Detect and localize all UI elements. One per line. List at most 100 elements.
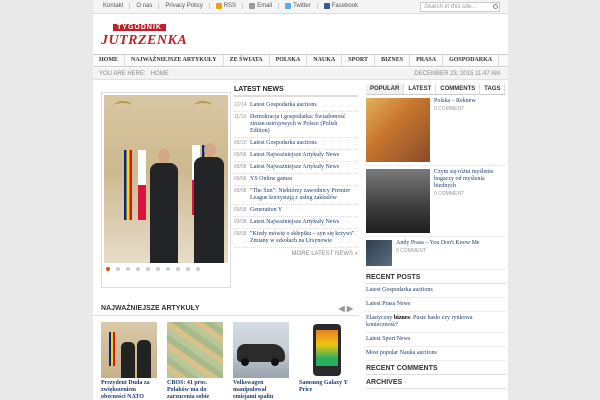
article-card[interactable]: CBOS: 41 proc. Polaków ma do zarzucenia … bbox=[167, 322, 223, 400]
popular-item[interactable]: Czym się różni myślenie bogaczy od myśle… bbox=[366, 166, 506, 237]
phone-screen bbox=[316, 330, 338, 366]
article-image[interactable] bbox=[167, 322, 223, 378]
top-link-kontakt[interactable]: Kontakt bbox=[97, 3, 131, 9]
slider-dot[interactable] bbox=[146, 267, 150, 271]
top-link-email[interactable]: Email bbox=[243, 3, 280, 9]
article-title[interactable]: Prezydent Duda za zwiększeniem obecności… bbox=[101, 380, 157, 400]
nav-item-nauka[interactable]: NAUKA bbox=[307, 55, 343, 66]
breadcrumb: YOU ARE HERE: HOME DECEMBER 23, 2015 11:… bbox=[93, 68, 508, 80]
nav-item-polska[interactable]: POLSKA bbox=[270, 55, 308, 66]
item-title[interactable]: Demokracja i gospodarka: Świadomość zmia… bbox=[250, 114, 358, 135]
list-item[interactable]: 11/19 Demokracja i gospodarka: Świadomość… bbox=[234, 112, 358, 138]
top-link-facebook[interactable]: Facebook bbox=[318, 3, 364, 9]
top-link-privacy[interactable]: Privacy Policy bbox=[159, 3, 210, 9]
article-card[interactable]: Prezydent Duda za zwiększeniem obecności… bbox=[101, 322, 157, 400]
person-head bbox=[204, 143, 216, 157]
featured-slider[interactable] bbox=[101, 92, 231, 288]
list-item[interactable]: 09/08 Latest Najważniejsze Artykuły News bbox=[234, 162, 358, 174]
slider-dot[interactable] bbox=[116, 267, 120, 271]
slider-dot[interactable] bbox=[136, 267, 140, 271]
nav-item-najwazniejsze[interactable]: NAJWAŻNIEJSZE ARTYKUŁY bbox=[125, 55, 224, 66]
nav-item-biznes[interactable]: BIZNES bbox=[375, 55, 411, 66]
person-shape bbox=[194, 157, 224, 263]
nav-item-prasa[interactable]: PRASA bbox=[410, 55, 444, 66]
slider-dot[interactable] bbox=[196, 267, 200, 271]
item-title[interactable]: YS Online games bbox=[250, 176, 292, 183]
item-title[interactable]: Latest Najważniejsze Artykuły News bbox=[250, 164, 339, 171]
popular-item[interactable]: Andy Prasa – You Don't Know Me 0 COMMENT bbox=[366, 237, 506, 270]
flag-shape bbox=[138, 150, 146, 220]
item-title[interactable]: Latest Gospodarka auctions bbox=[250, 140, 317, 147]
person-shape bbox=[150, 163, 178, 263]
search-input[interactable]: Search in this site... bbox=[420, 2, 500, 12]
list-item[interactable]: 09/08 YS Online games bbox=[234, 174, 358, 186]
slider-dot[interactable] bbox=[156, 267, 160, 271]
popular-title[interactable]: Andy Prasa – You Don't Know Me bbox=[396, 240, 480, 247]
popular-thumbnail[interactable] bbox=[366, 169, 430, 233]
recent-post-item[interactable]: Elastyczny biznes: Puste hasło czy rynko… bbox=[366, 312, 506, 333]
email-icon bbox=[249, 3, 256, 9]
prev-arrow-icon[interactable]: ◀ bbox=[338, 304, 344, 313]
list-item[interactable]: 09/08 "The Sun": Niektórzy zawodnicy Prem… bbox=[234, 186, 358, 205]
article-title[interactable]: Volkswagen manipulował emisjami spalin bbox=[233, 380, 289, 400]
article-image[interactable] bbox=[233, 322, 289, 378]
article-image[interactable] bbox=[101, 322, 157, 378]
top-link-rss[interactable]: RSS bbox=[210, 3, 244, 9]
item-title[interactable]: "Kiedy mówię o skłepiku – syn się krzywi… bbox=[250, 231, 358, 245]
tab-comments[interactable]: COMMENTS bbox=[436, 84, 481, 94]
article-title[interactable]: CBOS: 41 proc. Polaków ma do zarzucenia … bbox=[167, 380, 223, 400]
item-title[interactable]: Generation Y bbox=[250, 207, 282, 214]
search-icon[interactable] bbox=[493, 4, 498, 9]
more-latest-news-link[interactable]: MORE LATEST NEWS » bbox=[234, 251, 358, 257]
slide-image[interactable] bbox=[104, 95, 228, 263]
nav-item-sport[interactable]: SPORT bbox=[342, 55, 376, 66]
tab-tags[interactable]: TAGS bbox=[480, 84, 506, 94]
item-title[interactable]: Latest Najważniejsze Artykuły News bbox=[250, 219, 339, 226]
item-title[interactable]: "The Sun": Niektórzy zawodnicy Premier L… bbox=[250, 188, 358, 202]
list-item[interactable]: 09/08 Latest Najważniejsze Artykuły News bbox=[234, 217, 358, 229]
list-item[interactable]: 09/08 Generation Y bbox=[234, 205, 358, 217]
next-arrow-icon[interactable]: ▶ bbox=[347, 304, 353, 313]
flag-shape bbox=[109, 332, 115, 366]
recent-post-item[interactable]: Most popular Nauka auctions bbox=[366, 347, 506, 361]
recent-post-item[interactable]: Latest Gospodarka auctions bbox=[366, 284, 506, 298]
logo-big: JUTRZENKA bbox=[101, 33, 188, 48]
popular-title[interactable]: Czym się różni myślenie bogaczy od myśle… bbox=[434, 169, 506, 190]
nav-item-home[interactable]: HOME bbox=[93, 55, 125, 66]
twitter-icon bbox=[285, 3, 292, 9]
list-item[interactable]: 09/20 Latest Gospodarka auctions bbox=[234, 138, 358, 150]
recent-post-text: Latest Prasa News bbox=[366, 301, 411, 307]
breadcrumb-home[interactable]: HOME bbox=[151, 71, 169, 77]
article-image[interactable] bbox=[299, 322, 355, 378]
top-link-o-nas[interactable]: O nas bbox=[130, 3, 160, 9]
popular-title[interactable]: Polska – Reknew bbox=[434, 98, 476, 105]
site-logo[interactable]: TYGODNIK JUTRZENKA bbox=[101, 24, 205, 52]
article-card[interactable]: Samsung Galaxy Y Price bbox=[299, 322, 355, 400]
article-title[interactable]: Samsung Galaxy Y Price bbox=[299, 380, 355, 394]
slider-dot[interactable] bbox=[106, 267, 110, 271]
popular-thumbnail[interactable] bbox=[366, 240, 392, 266]
tab-latest[interactable]: LATEST bbox=[404, 84, 437, 94]
list-item[interactable]: 09/08 "Kiedy mówię o skłepiku – syn się k… bbox=[234, 229, 358, 248]
item-title[interactable]: Latest Gospodarka auctions bbox=[250, 102, 317, 109]
nav-item-gospodarka[interactable]: GOSPODARKA bbox=[443, 55, 500, 66]
item-title[interactable]: Latest Najważniejsze Artykuły News bbox=[250, 152, 339, 159]
tab-popular[interactable]: POPULAR bbox=[366, 84, 405, 94]
recent-post-item[interactable]: Latest Prasa News bbox=[366, 298, 506, 312]
slider-dot[interactable] bbox=[186, 267, 190, 271]
nav-item-ze-swiata[interactable]: ZE ŚWIATA bbox=[224, 55, 270, 66]
list-item[interactable]: 09/08 Latest Najważniejsze Artykuły News bbox=[234, 150, 358, 162]
popular-item[interactable]: Polska – Reknew 0 COMMENT bbox=[366, 95, 506, 166]
comment-count: 0 COMMENT bbox=[434, 106, 464, 112]
wheel-shape bbox=[241, 358, 249, 366]
chandelier-shape bbox=[194, 101, 212, 111]
recent-post-item[interactable]: Latest Sport News bbox=[366, 333, 506, 347]
popular-thumbnail[interactable] bbox=[366, 98, 430, 162]
recent-posts-heading: RECENT POSTS bbox=[366, 272, 506, 284]
slider-dot[interactable] bbox=[126, 267, 130, 271]
slider-dot[interactable] bbox=[176, 267, 180, 271]
list-item[interactable]: 12/14 Latest Gospodarka auctions bbox=[234, 100, 358, 112]
article-card[interactable]: Volkswagen manipulował emisjami spalin bbox=[233, 322, 289, 400]
slider-dot[interactable] bbox=[166, 267, 170, 271]
top-link-twitter[interactable]: Twitter bbox=[279, 3, 318, 9]
